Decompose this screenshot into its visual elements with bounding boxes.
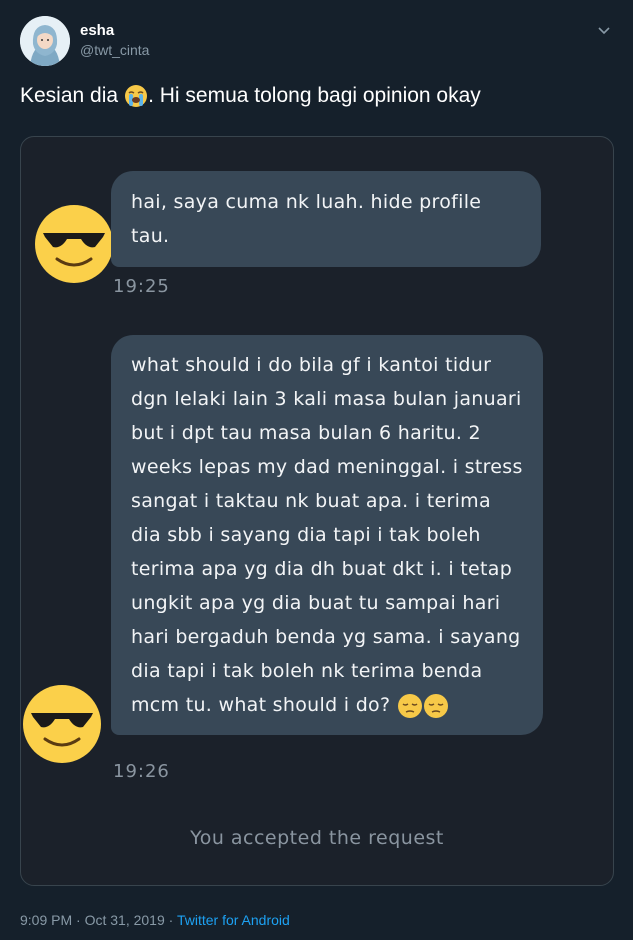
tweet-footer: 9:09 PM · Oct 31, 2019 · Twitter for And…: [20, 912, 290, 928]
avatar[interactable]: [20, 16, 70, 66]
tweet-text-before: Kesian dia: [20, 84, 119, 107]
pensive-face-icon: [423, 693, 449, 719]
request-accepted-status: You accepted the request: [190, 827, 444, 849]
sunglasses-face-icon: [33, 203, 115, 285]
tweet-time[interactable]: 9:09 PM: [20, 912, 72, 928]
chat-bubble-message-1: hai, saya cuma nk luah. hide profile tau…: [111, 171, 541, 267]
tweet-source-link[interactable]: Twitter for Android: [177, 912, 290, 928]
tweet-header: esha @twt_cinta: [20, 16, 620, 68]
tweet-text: Kesian dia . Hi semua tolong bagi opinio…: [20, 84, 481, 108]
loudly-crying-face-icon: [124, 84, 148, 108]
avatar-image: [20, 16, 70, 66]
message-1-text: hai, saya cuma nk luah. hide profile tau…: [131, 191, 482, 247]
message-2-text: what should i do bila gf i kantoi tidur …: [131, 354, 523, 716]
sunglasses-face-icon: [21, 683, 103, 765]
author-name[interactable]: esha: [80, 22, 114, 39]
message-1-timestamp: 19:25: [113, 276, 170, 297]
chevron-down-icon[interactable]: [596, 22, 612, 38]
tweet-date[interactable]: Oct 31, 2019: [85, 912, 165, 928]
separator: ·: [72, 912, 85, 928]
attached-image[interactable]: hai, saya cuma nk luah. hide profile tau…: [20, 136, 614, 886]
message-2-timestamp: 19:26: [113, 761, 170, 782]
author-handle[interactable]: @twt_cinta: [80, 42, 149, 58]
chat-bubble-message-2: what should i do bila gf i kantoi tidur …: [111, 335, 543, 735]
pensive-face-icon: [397, 693, 423, 719]
tweet-text-after: . Hi semua tolong bagi opinion okay: [148, 84, 481, 107]
separator: ·: [164, 912, 177, 928]
